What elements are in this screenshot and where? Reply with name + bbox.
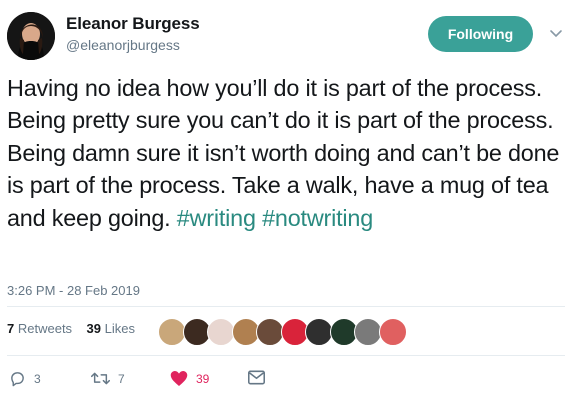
chevron-down-icon[interactable] bbox=[549, 26, 563, 40]
liker-avatar[interactable] bbox=[207, 318, 235, 346]
liker-avatar[interactable] bbox=[354, 318, 382, 346]
author-name[interactable]: Eleanor Burgess bbox=[66, 14, 200, 34]
hashtag-link[interactable]: #writing bbox=[177, 205, 256, 231]
hashtag-link[interactable]: #notwriting bbox=[262, 205, 373, 231]
author-handle[interactable]: @eleanorjburgess bbox=[66, 37, 180, 53]
reply-count: 3 bbox=[34, 371, 41, 386]
divider bbox=[7, 355, 565, 356]
liker-avatar[interactable] bbox=[305, 318, 333, 346]
liker-avatar[interactable] bbox=[378, 318, 407, 346]
retweets-count: 7 bbox=[7, 321, 15, 336]
envelope-icon bbox=[248, 370, 265, 385]
following-button[interactable]: Following bbox=[428, 16, 533, 52]
tweet-text: Having no idea how you’ll do it is part … bbox=[7, 72, 565, 234]
reply-icon bbox=[11, 372, 24, 387]
retweets-label: Retweets bbox=[17, 321, 73, 336]
reply-button[interactable]: 3 bbox=[9, 370, 41, 387]
retweet-button[interactable]: 7 bbox=[91, 370, 125, 387]
like-count: 39 bbox=[196, 371, 210, 386]
author-avatar[interactable] bbox=[7, 12, 55, 60]
heart-icon bbox=[170, 371, 188, 386]
like-button[interactable]: 39 bbox=[170, 370, 209, 387]
likes-count: 39 bbox=[86, 321, 101, 336]
liker-avatar[interactable] bbox=[158, 318, 186, 346]
avatar-photo bbox=[7, 12, 55, 60]
liker-avatar[interactable] bbox=[256, 318, 284, 346]
divider bbox=[7, 306, 565, 307]
engagement-stats: 7 Retweets 39 Likes bbox=[7, 321, 135, 336]
tweet-timestamp[interactable]: 3:26 PM - 28 Feb 2019 bbox=[7, 283, 140, 298]
retweets-stat[interactable]: 7 Retweets bbox=[7, 321, 72, 336]
retweet-icon bbox=[91, 372, 110, 385]
retweet-count: 7 bbox=[118, 371, 125, 386]
tweet-card: Eleanor Burgess @eleanorjburgess Followi… bbox=[0, 0, 572, 403]
likes-stat[interactable]: 39 Likes bbox=[87, 321, 135, 336]
likes-label: Likes bbox=[104, 321, 135, 336]
message-button[interactable] bbox=[248, 370, 265, 385]
